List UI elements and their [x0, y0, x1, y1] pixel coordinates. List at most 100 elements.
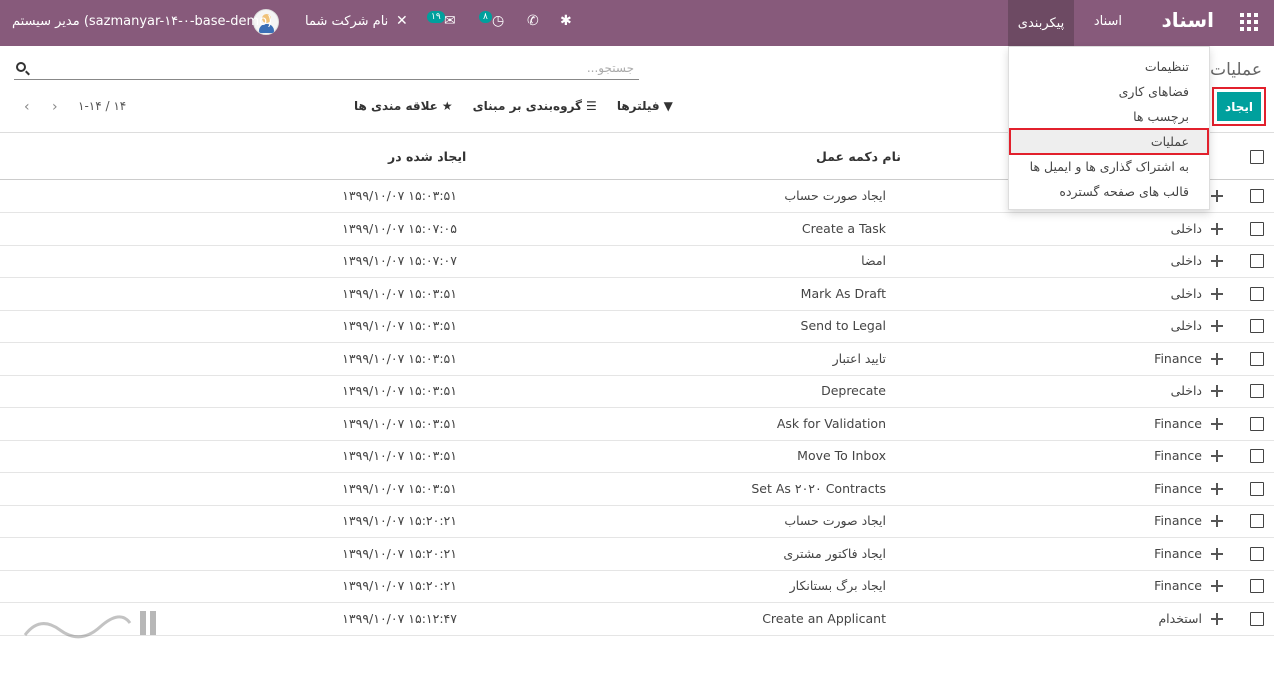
phone-icon[interactable]: ✆: [527, 13, 539, 29]
cell-created-on: ۱۳۹۹/۱۰/۰۷ ۱۵:۰۷:۰۷: [342, 253, 457, 268]
pager-value[interactable]: ۱-۱۴ / ۱۴: [78, 99, 126, 113]
select-all-checkbox[interactable]: [1250, 150, 1264, 164]
drag-handle-icon[interactable]: [1211, 580, 1223, 592]
row-checkbox[interactable]: [1250, 221, 1264, 236]
drag-handle-icon[interactable]: [1211, 385, 1223, 397]
table-row[interactable]: داخلی امضا ۱۳۹۹/۱۰/۰۷ ۱۵:۰۷:۰۷: [0, 245, 1274, 278]
table-row[interactable]: Finance Set As ۲۰۲۰ Contracts ۱۳۹۹/۱۰/۰۷ ۱…: [0, 473, 1274, 506]
app-brand[interactable]: اسناد: [1162, 8, 1214, 32]
table-row[interactable]: Finance تایید اعتبار ۱۳۹۹/۱۰/۰۷ ۱۵:۰۳:۵۱: [0, 343, 1274, 376]
cell-button-name: امضا: [861, 253, 886, 268]
dropdown-item-settings[interactable]: تنظیمات: [1009, 54, 1209, 79]
drag-handle-icon[interactable]: [1211, 320, 1223, 332]
filters-button[interactable]: ▼ فیلترها: [617, 99, 673, 113]
cell-workspace: داخلی: [1170, 318, 1202, 333]
tools-icon[interactable]: ✕: [396, 13, 408, 29]
drag-handle-icon[interactable]: [1211, 547, 1223, 560]
drag-handle-icon[interactable]: [1211, 482, 1223, 495]
create-button[interactable]: ایجاد: [1217, 92, 1261, 121]
debug-bug-icon[interactable]: ✱: [560, 13, 572, 29]
apps-menu-icon[interactable]: [1240, 13, 1258, 31]
cell-workspace: داخلی: [1170, 253, 1202, 268]
dropdown-item-workspaces[interactable]: فضاهای کاری: [1009, 79, 1209, 104]
search-icon[interactable]: [16, 62, 26, 72]
table-row[interactable]: داخلی Create a Task ۱۳۹۹/۱۰/۰۷ ۱۵:۰۷:۰۵: [0, 213, 1274, 246]
column-button-name[interactable]: نام دکمه عمل: [816, 149, 901, 164]
menu-documents[interactable]: اسناد: [1094, 14, 1122, 29]
cell-button-name: ایجاد صورت حساب: [784, 188, 886, 203]
table-row[interactable]: داخلی Deprecate ۱۳۹۹/۱۰/۰۷ ۱۵:۰۳:۵۱: [0, 375, 1274, 408]
row-checkbox[interactable]: [1250, 481, 1264, 496]
drag-handle-icon[interactable]: [1211, 450, 1223, 462]
table-row[interactable]: داخلی Mark As Draft ۱۳۹۹/۱۰/۰۷ ۱۵:۰۳:۵۱: [0, 278, 1274, 311]
row-checkbox[interactable]: [1250, 286, 1264, 301]
pager-previous-icon[interactable]: ‹: [24, 99, 30, 115]
cell-button-name: Deprecate: [821, 383, 886, 398]
favorites-button[interactable]: ★ علاقه مندی ها: [354, 99, 453, 113]
row-checkbox[interactable]: [1250, 611, 1264, 626]
cell-button-name: Set As ۲۰۲۰ Contracts: [751, 480, 886, 496]
page-title: عملیات: [1210, 60, 1262, 80]
row-checkbox[interactable]: [1250, 546, 1264, 561]
cell-workspace: Finance: [1154, 415, 1202, 431]
table-row[interactable]: Finance ایجاد صورت حساب ۱۳۹۹/۱۰/۰۷ ۱۵:۲۰:۲…: [0, 505, 1274, 538]
dropdown-item-tags[interactable]: برچسب ها: [1009, 104, 1209, 129]
dropdown-item-shares-emails[interactable]: به اشتراک گذاری ها و ایمیل ها: [1009, 154, 1209, 179]
drag-handle-icon[interactable]: [1211, 515, 1223, 527]
favorites-label: علاقه مندی ها: [354, 99, 438, 113]
column-created-on[interactable]: ایجاد شده در: [388, 149, 466, 164]
table-row[interactable]: داخلی Send to Legal ۱۳۹۹/۱۰/۰۷ ۱۵:۰۳:۵۱: [0, 310, 1274, 343]
cell-button-name: ایجاد فاکتور مشتری: [783, 545, 886, 561]
cell-workspace: Finance: [1154, 545, 1202, 561]
menu-configuration-label: پیکربندی: [1017, 15, 1065, 31]
drag-handle-icon[interactable]: [1211, 190, 1223, 202]
company-switcher[interactable]: نام شرکت شما: [305, 14, 388, 29]
drag-handle-icon[interactable]: [1211, 352, 1223, 365]
cell-created-on: ۱۳۹۹/۱۰/۰۷ ۱۵:۰۳:۵۱: [342, 448, 457, 463]
groupby-label: گروه‌بندی بر مبنای: [472, 99, 583, 113]
row-checkbox[interactable]: [1250, 189, 1264, 203]
cell-workspace: استخدام: [1158, 610, 1202, 626]
drag-handle-icon[interactable]: [1211, 255, 1223, 267]
search-options: ▼ فیلترها ☰ گروه‌بندی بر مبنای ★ علاقه م…: [354, 99, 673, 113]
search-input[interactable]: [34, 59, 634, 77]
row-checkbox[interactable]: [1250, 384, 1264, 398]
groupby-button[interactable]: ☰ گروه‌بندی بر مبنای: [473, 99, 597, 113]
row-checkbox[interactable]: [1250, 351, 1264, 366]
row-checkbox[interactable]: [1250, 254, 1264, 268]
cell-workspace: Finance: [1154, 350, 1202, 366]
actions-item-highlight: [1009, 128, 1209, 155]
table-row[interactable]: استخدام Create an Applicant ۱۳۹۹/۱۰/۰۷ ۱۵:…: [0, 603, 1274, 636]
table-row[interactable]: Finance ایجاد فاکتور مشتری ۱۳۹۹/۱۰/۰۷ ۱۵:۲…: [0, 538, 1274, 571]
drag-handle-icon[interactable]: [1211, 287, 1223, 300]
cell-created-on: ۱۳۹۹/۱۰/۰۷ ۱۵:۰۳:۵۱: [342, 383, 457, 398]
menu-configuration[interactable]: پیکربندی: [1008, 0, 1074, 46]
user-menu[interactable]: مدیر سیستم (sazmanyar-۱۴-۰-base-demo): [12, 14, 272, 29]
drag-handle-icon[interactable]: [1211, 222, 1223, 235]
drag-handle-icon[interactable]: [1211, 417, 1223, 430]
row-checkbox[interactable]: [1250, 416, 1264, 431]
dropdown-item-spreadsheet-templates[interactable]: قالب های صفحه گسترده: [1009, 179, 1209, 204]
cell-button-name: Send to Legal: [800, 318, 886, 333]
table-row[interactable]: Finance Ask for Validation ۱۳۹۹/۱۰/۰۷ ۱۵:۰…: [0, 408, 1274, 441]
cell-button-name: ایجاد برگ بستانکار: [789, 578, 886, 593]
cell-created-on: ۱۳۹۹/۱۰/۰۷ ۱۵:۲۰:۲۱: [342, 578, 457, 593]
cell-button-name: Move To Inbox: [797, 448, 886, 463]
row-checkbox[interactable]: [1250, 579, 1264, 593]
row-checkbox[interactable]: [1250, 319, 1264, 333]
row-checkbox[interactable]: [1250, 449, 1264, 463]
messages-chat-icon[interactable]: ✉: [444, 13, 456, 29]
cell-created-on: ۱۳۹۹/۱۰/۰۷ ۱۵:۰۷:۰۵: [342, 220, 457, 236]
cell-workspace: داخلی: [1170, 285, 1202, 301]
filters-label: فیلترها: [616, 99, 660, 113]
table-row[interactable]: Finance Move To Inbox ۱۳۹۹/۱۰/۰۷ ۱۵:۰۳:۵۱: [0, 440, 1274, 473]
cell-created-on: ۱۳۹۹/۱۰/۰۷ ۱۵:۰۳:۵۱: [342, 415, 457, 431]
cell-created-on: ۱۳۹۹/۱۰/۰۷ ۱۵:۰۳:۵۱: [342, 188, 457, 203]
drag-handle-icon[interactable]: [1211, 612, 1223, 625]
activity-clock-icon[interactable]: ◷: [492, 13, 504, 29]
pager-next-icon[interactable]: ›: [52, 99, 58, 115]
table-row[interactable]: Finance ایجاد برگ بستانکار ۱۳۹۹/۱۰/۰۷ ۱۵:۲…: [0, 570, 1274, 603]
cell-created-on: ۱۳۹۹/۱۰/۰۷ ۱۵:۰۳:۵۱: [342, 480, 457, 496]
cell-workspace: Finance: [1154, 578, 1202, 593]
row-checkbox[interactable]: [1250, 514, 1264, 528]
